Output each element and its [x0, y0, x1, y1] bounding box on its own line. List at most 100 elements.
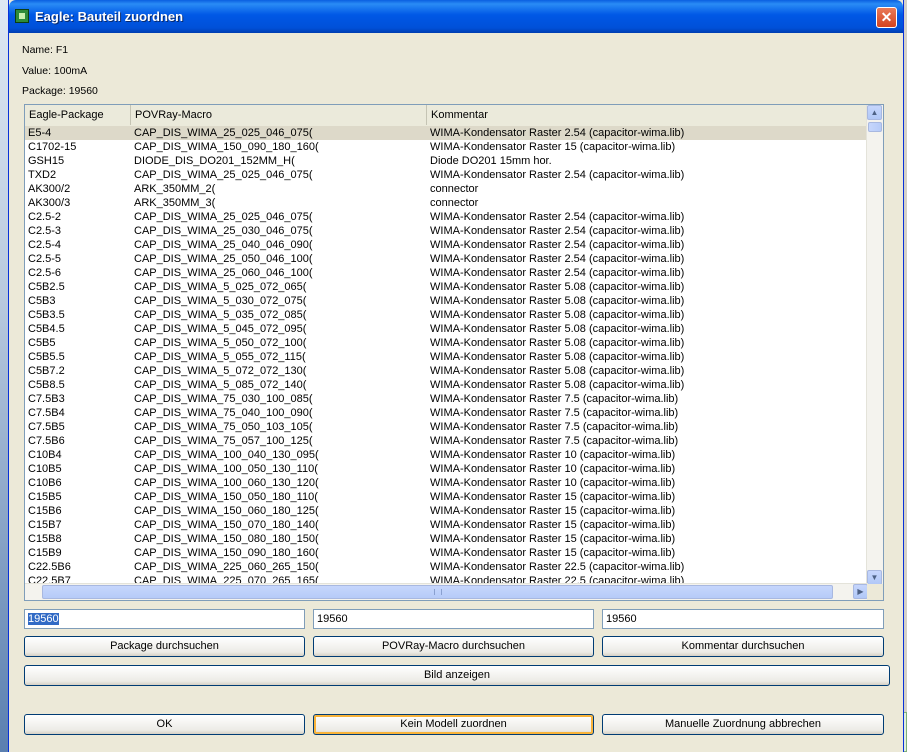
table-row[interactable]: C5B3.5 CAP_DIS_WIMA_5_035_072_085(WIMA-Ko… [25, 308, 868, 322]
package-cell: C5B5 [28, 337, 56, 349]
comment-search-input[interactable]: 19560 [602, 609, 884, 629]
table-row[interactable]: C15B7 CAP_DIS_WIMA_150_070_180_140(WIMA-K… [25, 518, 868, 532]
comment-cell: WIMA-Kondensator Raster 2.54 (capacitor-… [430, 169, 685, 181]
package-cell: C5B7.2 [28, 365, 65, 377]
vertical-scroll-thumb[interactable] [868, 122, 882, 132]
column-header-eagle-package[interactable]: Eagle-Package [25, 105, 131, 125]
package-cell: C7.5B3 [28, 393, 65, 405]
macro-cell: CAP_DIS_WIMA_5_072_072_130( [134, 365, 307, 377]
package-cell: C5B2.5 [28, 281, 65, 293]
table-row[interactable]: C1702-15 CAP_DIS_WIMA_150_090_180_160(WIM… [25, 140, 868, 154]
macro-cell: CAP_DIS_WIMA_5_055_072_115( [134, 351, 306, 363]
comment-cell: WIMA-Kondensator Raster 5.08 (capacitor-… [430, 337, 685, 349]
close-button[interactable]: ✕ [876, 7, 897, 28]
eagle-app-icon [15, 9, 29, 23]
horizontal-scroll-thumb[interactable] [42, 585, 833, 599]
search-macro-button[interactable]: POVRay-Macro durchsuchen [313, 636, 594, 657]
table-row[interactable]: AK300/3 ARK_350MM_3(connector [25, 196, 868, 210]
part-name: Name: F1 [22, 44, 69, 56]
comment-cell: WIMA-Kondensator Raster 10 (capacitor-wi… [430, 463, 676, 475]
ok-button[interactable]: OK [24, 714, 305, 735]
horizontal-scrollbar[interactable]: ▶ [25, 583, 868, 600]
table-row[interactable]: C5B3 CAP_DIS_WIMA_5_030_072_075(WIMA-Kond… [25, 294, 868, 308]
table-row[interactable]: C10B4 CAP_DIS_WIMA_100_040_130_095(WIMA-K… [25, 448, 868, 462]
table-row[interactable]: C5B5 CAP_DIS_WIMA_5_050_072_100( WIMA-Kond… [25, 336, 868, 350]
column-header-povray-macro[interactable]: POVRay-Macro [131, 105, 427, 125]
table-row[interactable]: C10B6 CAP_DIS_WIMA_100_060_130_120(WIMA-K… [25, 476, 868, 490]
table-row[interactable]: C15B9 CAP_DIS_WIMA_150_090_180_160(WIMA-K… [25, 546, 868, 560]
scroll-right-button[interactable]: ▶ [853, 584, 868, 599]
package-cell: C10B6 [28, 477, 62, 489]
table-row[interactable]: C5B7.2 CAP_DIS_WIMA_5_072_072_130(WIMA-Ko… [25, 364, 868, 378]
macro-cell: CAP_DIS_WIMA_150_090_180_160( [134, 141, 319, 153]
package-cell: C5B4.5 [28, 323, 65, 335]
table-row[interactable]: C5B5.5 CAP_DIS_WIMA_5_055_072_115(WIMA-Ko… [25, 350, 868, 364]
comment-cell: WIMA-Kondensator Raster 7.5 (capacitor-w… [430, 421, 679, 433]
macro-cell: DIODE_DIS_DO201_152MM_H( [134, 155, 295, 167]
show-image-button[interactable]: Bild anzeigen [24, 665, 890, 686]
table-row[interactable]: C5B8.5 CAP_DIS_WIMA_5_085_072_140(WIMA-Ko… [25, 378, 868, 392]
comment-cell: WIMA-Kondensator Raster 2.54 (capacitor-… [430, 225, 685, 237]
search-package-button[interactable]: Package durchsuchen [24, 636, 305, 657]
table-row[interactable]: C2.5-3 CAP_DIS_WIMA_25_030_046_075(WIMA-K… [25, 224, 868, 238]
package-cell: GSH15 [28, 155, 65, 167]
comment-cell: WIMA-Kondensator Raster 15 (capacitor-wi… [430, 141, 676, 153]
macro-cell: CAP_DIS_WIMA_225_060_265_150( [134, 561, 319, 573]
search-comment-button[interactable]: Kommentar durchsuchen [602, 636, 884, 657]
comment-cell: WIMA-Kondensator Raster 5.08 (capacitor-… [430, 351, 685, 363]
package-search-input[interactable]: 19560 [24, 609, 305, 629]
table-row[interactable]: C2.5-4 CAP_DIS_WIMA_25_040_046_090(WIMA-K… [25, 238, 868, 252]
comment-cell: WIMA-Kondensator Raster 2.54 (capacitor-… [430, 127, 685, 139]
cancel-manual-assignment-button[interactable]: Manuelle Zuordnung abbrechen [602, 714, 884, 735]
table-row[interactable]: C7.5B4 CAP_DIS_WIMA_75_040_100_090(WIMA-K… [25, 406, 868, 420]
package-macro-list[interactable]: Eagle-Package POVRay-Macro Kommentar E5-… [24, 104, 884, 601]
table-row[interactable]: C2.5-2 CAP_DIS_WIMA_25_025_046_075(WIMA-K… [25, 210, 868, 224]
comment-cell: WIMA-Kondensator Raster 10 (capacitor-wi… [430, 449, 676, 461]
table-row[interactable]: C7.5B5 CAP_DIS_WIMA_75_050_103_105(WIMA-K… [25, 420, 868, 434]
package-cell: C15B6 [28, 505, 62, 517]
package-cell: AK300/3 [28, 197, 71, 209]
macro-cell: CAP_DIS_WIMA_75_030_100_085( [134, 393, 313, 405]
macro-cell: CAP_DIS_WIMA_5_030_072_075( [134, 295, 307, 307]
table-row[interactable]: C7.5B6 CAP_DIS_WIMA_75_057_100_125(WIMA-K… [25, 434, 868, 448]
table-row[interactable]: C2.5-6 CAP_DIS_WIMA_25_060_046_100(WIMA-K… [25, 266, 868, 280]
package-cell: C2.5-4 [28, 239, 62, 251]
table-row[interactable]: TXD2 CAP_DIS_WIMA_25_025_046_075(WIMA-Kon… [25, 168, 868, 182]
table-row[interactable]: AK300/2 ARK_350MM_2(connector [25, 182, 868, 196]
comment-cell: WIMA-Kondensator Raster 15 (capacitor-wi… [430, 547, 676, 559]
comment-cell: WIMA-Kondensator Raster 2.54 (capacitor-… [430, 267, 685, 279]
table-row[interactable]: C2.5-5 CAP_DIS_WIMA_25_050_046_100(WIMA-K… [25, 252, 868, 266]
scroll-up-button[interactable]: ▲ [867, 105, 882, 120]
table-row[interactable]: GSH15 DIODE_DIS_DO201_152MM_H(Diode DO201… [25, 154, 868, 168]
table-row[interactable]: E5-4 CAP_DIS_WIMA_25_025_046_075(WIMA-Kon… [25, 126, 868, 140]
title-bar[interactable]: Eagle: Bauteil zuordnen ✕ [9, 0, 903, 33]
package-search-value: 19560 [28, 613, 59, 625]
comment-cell: WIMA-Kondensator Raster 5.08 (capacitor-… [430, 309, 685, 321]
comment-cell: connector [430, 197, 479, 209]
table-row[interactable]: C7.5B3 CAP_DIS_WIMA_75_030_100_085(WIMA-K… [25, 392, 868, 406]
vertical-scrollbar[interactable]: ▲ ▼ [866, 105, 883, 585]
macro-cell: CAP_DIS_WIMA_75_040_100_090( [134, 407, 313, 419]
macro-cell: ARK_350MM_2( [134, 183, 216, 195]
comment-cell: WIMA-Kondensator Raster 5.08 (capacitor-… [430, 379, 685, 391]
macro-cell: CAP_DIS_WIMA_5_045_072_095( [134, 323, 307, 335]
comment-cell: WIMA-Kondensator Raster 22.5 (capacitor-… [430, 561, 685, 573]
table-row[interactable]: C5B4.5 CAP_DIS_WIMA_5_045_072_095(WIMA-Ko… [25, 322, 868, 336]
macro-cell: CAP_DIS_WIMA_25_040_046_090( [134, 239, 313, 251]
table-row[interactable]: C15B8 CAP_DIS_WIMA_150_080_180_150(WIMA-K… [25, 532, 868, 546]
list-rows: E5-4 CAP_DIS_WIMA_25_025_046_075(WIMA-Kon… [25, 126, 868, 588]
table-row[interactable]: C15B6 CAP_DIS_WIMA_150_060_180_125(WIMA-K… [25, 504, 868, 518]
table-row[interactable]: C10B5 CAP_DIS_WIMA_100_050_130_110(WIMA-K… [25, 462, 868, 476]
macro-cell: CAP_DIS_WIMA_5_035_072_085( [134, 309, 307, 321]
dialog-window: Eagle: Bauteil zuordnen ✕ Name: F1 Value… [8, 0, 904, 752]
package-cell: C15B8 [28, 533, 62, 545]
scroll-down-button[interactable]: ▼ [867, 570, 882, 585]
macro-search-input[interactable]: 19560 [313, 609, 594, 629]
column-header-kommentar[interactable]: Kommentar [427, 105, 868, 125]
table-row[interactable]: C22.5B6 CAP_DIS_WIMA_225_060_265_150(WIMA… [25, 560, 868, 574]
table-row[interactable]: C15B5 CAP_DIS_WIMA_150_050_180_110(WIMA-K… [25, 490, 868, 504]
macro-cell: CAP_DIS_WIMA_5_050_072_100( [134, 337, 307, 349]
package-cell: C2.5-6 [28, 267, 62, 279]
no-model-button[interactable]: Kein Modell zuordnen [313, 714, 594, 735]
table-row[interactable]: C5B2.5 CAP_DIS_WIMA_5_025_072_065(WIMA-Ko… [25, 280, 868, 294]
